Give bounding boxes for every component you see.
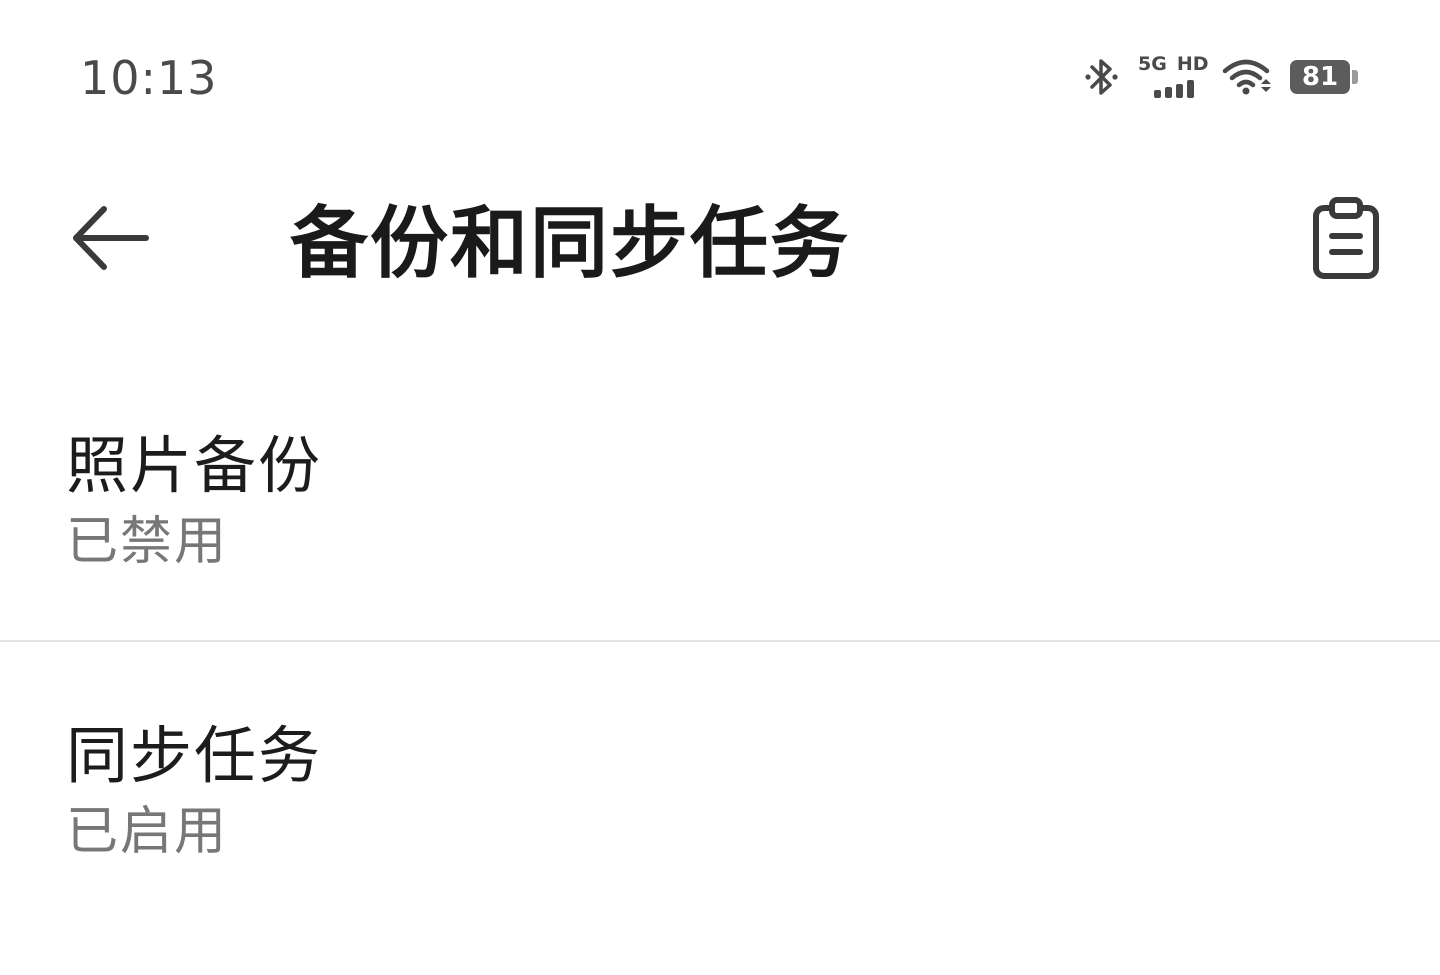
network-indicator: 5G HD [1138,52,1209,102]
network-type: 5G [1138,53,1167,75]
clipboard-icon [1312,196,1380,284]
network-hd: HD [1176,53,1209,75]
list-divider [0,640,1440,642]
cellular-signal-icon [1154,78,1204,98]
settings-list: 照片备份 已禁用 同步任务 已启用 [0,400,1440,862]
bluetooth-icon [1082,55,1122,99]
network-label: 5G HD [1138,53,1209,75]
page-title: 备份和同步任务 [290,199,851,289]
item-title: 同步任务 [66,719,323,792]
task-list-button[interactable] [1304,192,1388,288]
status-icons: 5G HD 81 [1082,52,1360,102]
battery-level: 81 [1290,60,1350,94]
arrow-left-icon [68,203,152,277]
battery-tip [1352,70,1358,84]
status-bar: 10:13 5G HD 81 [0,0,1440,150]
wifi-icon [1222,57,1274,97]
list-item-photo-backup[interactable]: 照片备份 已禁用 [0,400,1440,640]
item-status: 已启用 [66,802,229,862]
back-button[interactable] [60,195,160,285]
status-time: 10:13 [80,51,218,105]
battery-icon: 81 [1290,60,1360,94]
app-bar: 备份和同步任务 [0,170,1440,320]
list-item-sync-tasks[interactable]: 同步任务 已启用 [0,690,1440,930]
item-status: 已禁用 [66,512,229,572]
item-title: 照片备份 [66,429,323,502]
